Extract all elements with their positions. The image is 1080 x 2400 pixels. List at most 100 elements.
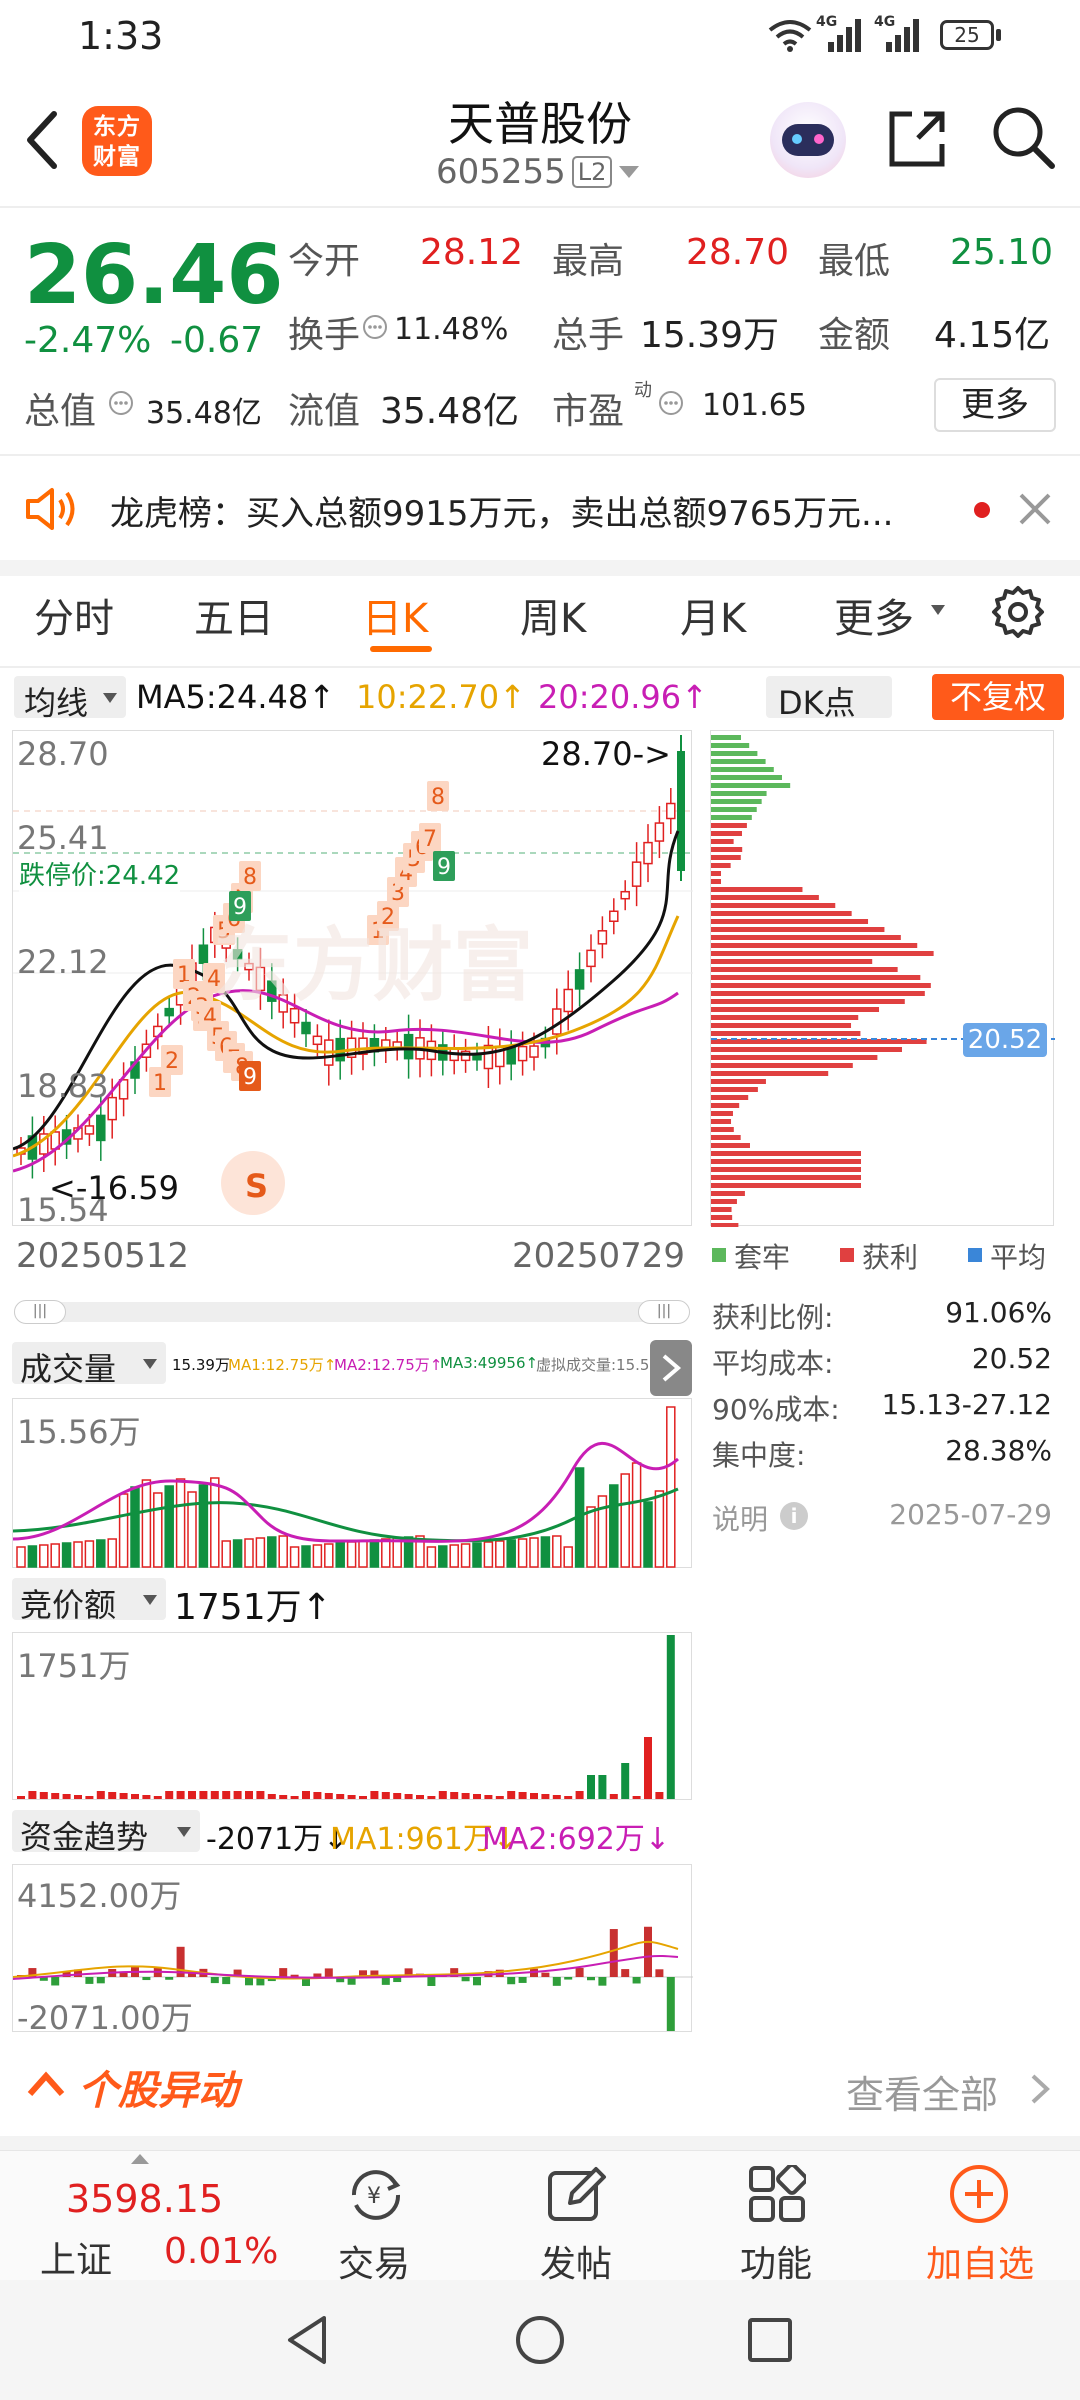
battery-icon: 25 xyxy=(940,20,994,50)
info-dots-icon[interactable] xyxy=(108,390,134,416)
auction-bar xyxy=(302,1791,310,1799)
volume-mini-3: MA2:12.75万↑ xyxy=(334,1356,443,1374)
info-icon[interactable]: i xyxy=(780,1502,808,1530)
low-label: 最低 xyxy=(818,241,891,282)
more-button[interactable]: 更多 xyxy=(934,378,1056,432)
notice-bar[interactable]: 龙虎榜：买入总额9915万元，卖出总额9765万元... xyxy=(0,456,1080,560)
chip-bar xyxy=(711,759,766,764)
chip-bar xyxy=(711,1151,861,1156)
auction-indicator-select[interactable]: 竞价额 xyxy=(12,1578,166,1624)
functions-button[interactable]: 功能 xyxy=(716,2151,836,2285)
scroll-handle-right[interactable]: ||| xyxy=(638,1300,690,1324)
concentration-value: 28.38% xyxy=(945,1434,1052,1467)
fund-bar xyxy=(210,1977,219,1984)
chevron-right-icon xyxy=(1031,2074,1050,2104)
auction-bar xyxy=(655,1792,664,1799)
auction-bar xyxy=(427,1796,436,1799)
gear-icon[interactable] xyxy=(990,584,1046,640)
index-ticker[interactable]: 3598.15 上证 0.01% xyxy=(0,2151,290,2281)
section-gap xyxy=(0,2136,1080,2150)
chip-bar xyxy=(711,1143,750,1148)
chip-bar xyxy=(711,903,836,908)
share-icon[interactable] xyxy=(884,106,950,172)
info-dots-icon[interactable] xyxy=(658,390,684,416)
close-icon[interactable] xyxy=(1018,492,1052,526)
volume-bar xyxy=(312,1544,323,1568)
add-watchlist-button[interactable]: 加自选 xyxy=(916,2151,1066,2285)
volume-bar xyxy=(643,1501,653,1568)
volume-bar xyxy=(50,1543,60,1568)
nav-recents-icon[interactable] xyxy=(742,2312,798,2368)
status-bar: 1:33 4G 4G 25 xyxy=(0,0,1080,72)
yuan-cycle-icon: ¥ xyxy=(351,2170,401,2220)
auction-chart[interactable]: 1751万 xyxy=(12,1632,692,1800)
volume-bar xyxy=(232,1539,243,1568)
low-marker: <-16.59 xyxy=(49,1169,179,1207)
trade-button[interactable]: ¥ 交易 xyxy=(316,2151,436,2285)
chip-bar xyxy=(711,1103,740,1108)
kline-chart[interactable]: 123456789123456789123456789 东方财富 28.70 2… xyxy=(12,730,693,1229)
chip-bar xyxy=(711,943,918,948)
chip-bar xyxy=(711,1191,745,1196)
auction-bar xyxy=(450,1792,459,1799)
tab-five-day[interactable]: 五日 xyxy=(194,586,274,644)
bottom-bar: 3598.15 上证 0.01% ¥ 交易 发帖 功能 加自选 xyxy=(0,2150,1080,2285)
mktcap-value: 35.48亿 xyxy=(146,396,262,431)
chip-distribution[interactable]: 20.52 xyxy=(710,730,1055,1227)
expand-panel-button[interactable] xyxy=(650,1340,692,1396)
chip-bar xyxy=(711,839,734,844)
dk-point-select[interactable]: DK点 xyxy=(766,676,892,722)
open-label: 今开 xyxy=(288,241,361,282)
range-scrollbar[interactable]: ||| ||| xyxy=(14,1300,690,1324)
nav-back-icon[interactable] xyxy=(280,2312,336,2368)
indicator-select[interactable]: 均线 xyxy=(14,676,126,722)
scroll-handle-left[interactable]: ||| xyxy=(14,1300,66,1324)
sell-signal[interactable]: S xyxy=(221,1151,285,1215)
robot-eye xyxy=(814,134,824,144)
volume-bar xyxy=(506,1539,516,1568)
fund-bar xyxy=(598,1977,607,1986)
chip-stats: 获利比例: 91.06% 平均成本: 20.52 90%成本: 15.13-27… xyxy=(712,1296,1052,1546)
tab-monthly-k[interactable]: 月K xyxy=(680,586,746,644)
chip-bar xyxy=(711,1199,737,1204)
view-all-link[interactable]: 查看全部 xyxy=(846,2064,998,2119)
auction-bar xyxy=(632,1796,641,1799)
auction-bar xyxy=(507,1791,516,1799)
tab-more[interactable]: 更多 xyxy=(834,586,914,644)
auction-bar xyxy=(119,1793,128,1799)
chip-bar xyxy=(711,887,803,892)
volume-chart[interactable]: 15.56万 xyxy=(12,1398,692,1568)
volume-bar xyxy=(27,1545,38,1568)
tab-intraday[interactable]: 分时 xyxy=(34,586,114,644)
robot-avatar[interactable] xyxy=(770,102,846,178)
auction-bar xyxy=(279,1795,288,1799)
fund-chart[interactable]: 4152.00万 -2071.00万 xyxy=(12,1864,693,2037)
chip-note-label[interactable]: 说明 xyxy=(712,1498,768,1538)
kline-candle xyxy=(631,861,642,887)
nine-count-label: 9 xyxy=(437,855,451,880)
info-dots-icon[interactable] xyxy=(362,314,388,340)
auction-bar xyxy=(245,1791,253,1799)
float-value: 35.48亿 xyxy=(380,391,520,432)
stock-movement-row[interactable]: 个股异动 查看全部 xyxy=(0,2046,1080,2126)
legend-swatch-avg xyxy=(968,1248,982,1262)
auction-bar xyxy=(96,1791,105,1799)
auction-bar xyxy=(142,1795,151,1799)
volume-bar xyxy=(483,1541,494,1568)
volume-indicator-select[interactable]: 成交量 xyxy=(12,1342,166,1388)
volume-bar xyxy=(267,1536,277,1568)
tab-daily-k[interactable]: 日K xyxy=(362,586,428,644)
movement-title: 个股异动 xyxy=(78,2068,238,2114)
tab-weekly-k[interactable]: 周K xyxy=(520,586,586,644)
stock-code-row[interactable]: 605255 L2 xyxy=(436,152,640,192)
adjust-toggle[interactable]: 不复权 xyxy=(932,674,1064,720)
search-icon[interactable] xyxy=(990,104,1056,170)
nav-home-icon[interactable] xyxy=(512,2312,568,2368)
auction-bar xyxy=(85,1796,94,1799)
fund-bar xyxy=(324,1968,333,1977)
post-button[interactable]: 发帖 xyxy=(516,2151,636,2285)
fund-indicator-select[interactable]: 资金趋势 xyxy=(12,1810,200,1856)
auction-value: 1751万↑ xyxy=(174,1587,332,1628)
caret-down-icon xyxy=(143,1595,157,1605)
chip-bar xyxy=(711,815,752,820)
